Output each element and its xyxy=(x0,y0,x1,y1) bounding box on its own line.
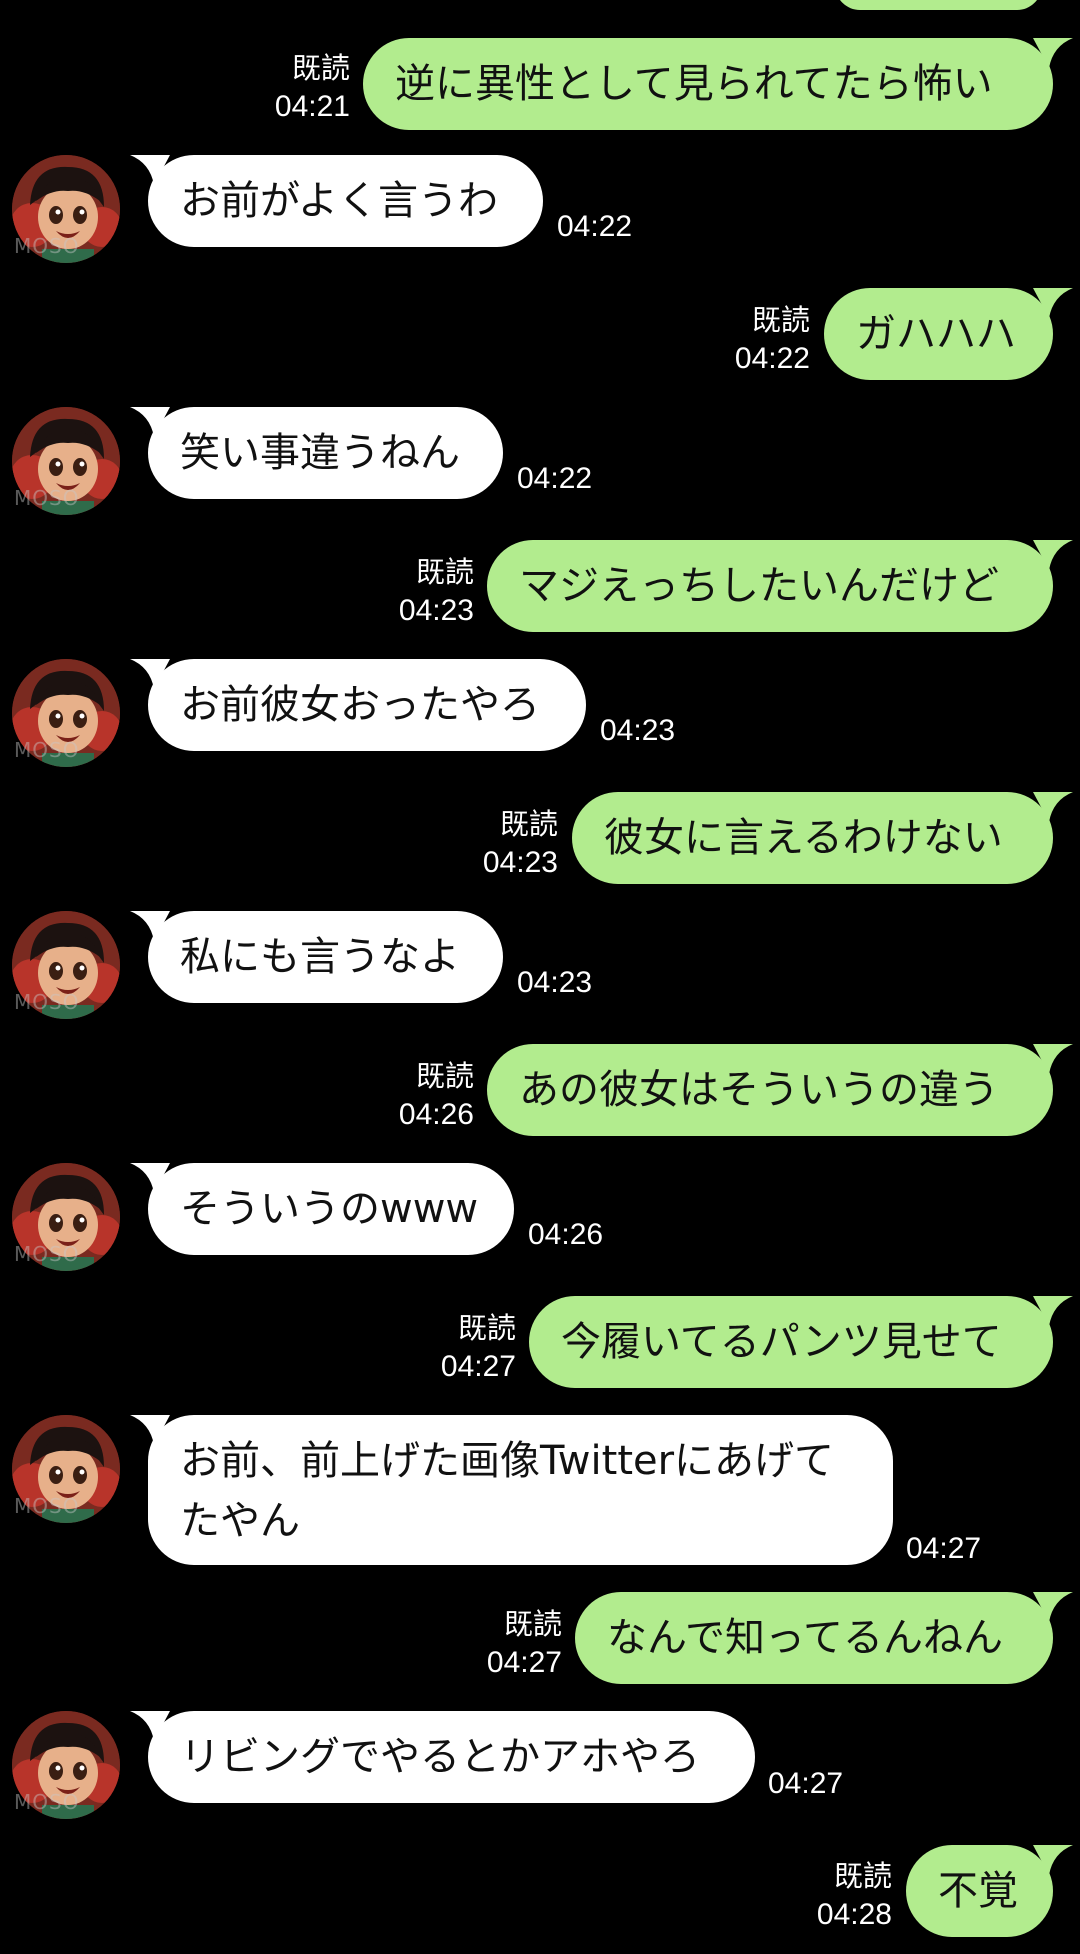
read-receipt: 既読 xyxy=(457,1313,516,1345)
message-time: 04:27 xyxy=(486,1646,562,1679)
avatar-watermark: MOSO xyxy=(14,1494,80,1518)
message-bubble[interactable]: リビングでやるとかアホやろ xyxy=(148,1711,755,1803)
message-meta: 既読 04:27 xyxy=(376,1310,516,1386)
bubble-tail xyxy=(1033,792,1073,822)
message-time: 04:23 xyxy=(398,594,474,627)
message-bubble[interactable]: あの彼女はそういうの違う xyxy=(487,1044,1053,1136)
read-receipt: 既読 xyxy=(833,1861,892,1893)
message-time: 04:22 xyxy=(734,342,810,375)
message-time: 04:27 xyxy=(768,1767,844,1800)
message-bubble[interactable]: お前彼女おったやろ xyxy=(148,659,586,751)
message-time: 04:22 xyxy=(557,210,633,243)
message-time: 04:26 xyxy=(398,1098,474,1131)
message-text: 不覚 xyxy=(938,1868,1018,1914)
message-text: あの彼女はそういうの違う xyxy=(519,1067,999,1113)
message-meta: 既読 04:28 xyxy=(752,1858,892,1934)
avatar-watermark: MOSO xyxy=(14,1790,80,1814)
message-meta: 既読 04:21 xyxy=(210,50,350,126)
read-receipt: 既読 xyxy=(415,557,474,589)
message-text: お前がよく言うわ xyxy=(180,178,498,224)
message-bubble[interactable]: 今履いてるパンツ見せて xyxy=(529,1296,1053,1388)
message-bubble[interactable]: なんで知ってるんねん xyxy=(575,1592,1053,1684)
message-bubble[interactable]: そういうのwww xyxy=(148,1163,514,1255)
message-bubble[interactable]: 笑い事違うねん xyxy=(148,407,503,499)
message-bubble[interactable]: 逆に異性として見られてたら怖い xyxy=(363,38,1053,130)
message-text: 今履いてるパンツ見せて xyxy=(561,1319,1002,1365)
message-time: 04:27 xyxy=(906,1532,982,1565)
avatar-watermark: MOSO xyxy=(14,1242,80,1266)
message-text: 彼女に言えるわけない xyxy=(604,815,1003,861)
message-text: 私にも言うなよ xyxy=(180,934,460,980)
read-receipt: 既読 xyxy=(751,305,810,337)
message-bubble[interactable]: お前がよく言うわ xyxy=(148,155,543,247)
read-receipt: 既読 xyxy=(503,1609,562,1641)
avatar-watermark: MOSO xyxy=(14,990,80,1014)
read-receipt: 既読 xyxy=(499,809,558,841)
message-text: なんで知ってるんねん xyxy=(607,1615,1003,1661)
message-text: そういうのwww xyxy=(180,1186,479,1232)
bubble-tail xyxy=(1033,38,1073,68)
bubble-tail xyxy=(1033,1845,1073,1875)
bubble-tail xyxy=(1033,1044,1073,1074)
message-bubble[interactable]: ガハハハ xyxy=(824,288,1053,380)
message-meta: 既読 04:23 xyxy=(418,806,558,882)
message-text: お前彼女おったやろ xyxy=(180,682,540,728)
message-text: ガハハハ xyxy=(856,311,1016,357)
message-time: 04:23 xyxy=(482,846,558,879)
message-text: リビングでやるとかアホやろ xyxy=(180,1734,700,1780)
message-time: 04:23 xyxy=(600,714,676,747)
bubble-tail xyxy=(1033,540,1073,570)
bubble-tail xyxy=(1033,1592,1073,1622)
bubble-tail xyxy=(1033,1296,1073,1326)
message-bubble[interactable]: お前、前上げた画像Twitterにあげてたやん xyxy=(148,1415,893,1565)
message-text: マジえっちしたいんだけど xyxy=(519,563,999,609)
avatar-watermark: MOSO xyxy=(14,486,80,510)
message-meta: 既読 04:22 xyxy=(670,302,810,378)
message-bubble[interactable] xyxy=(835,0,1042,10)
message-bubble[interactable]: 私にも言うなよ xyxy=(148,911,503,1003)
message-bubble[interactable]: 彼女に言えるわけない xyxy=(572,792,1053,884)
message-text: 逆に異性として見られてたら怖い xyxy=(395,61,993,107)
message-time: 04:22 xyxy=(517,462,593,495)
message-meta: 既読 04:27 xyxy=(422,1606,562,1682)
chat-area[interactable]: 既読 04:21 逆に異性として見られてたら怖い MOSO お前がよく言うわ 0… xyxy=(0,0,1080,1954)
message-time: 04:26 xyxy=(528,1218,604,1251)
message-text: お前、前上げた画像Twitterにあげてたやん xyxy=(180,1438,835,1544)
message-meta: 既読 04:23 xyxy=(334,554,474,630)
message-meta: 既読 04:26 xyxy=(334,1058,474,1134)
message-time: 04:21 xyxy=(274,90,350,123)
message-text: 笑い事違うねん xyxy=(180,430,460,476)
message-time: 04:28 xyxy=(816,1898,892,1931)
message-time: 04:23 xyxy=(517,966,593,999)
message-bubble[interactable]: マジえっちしたいんだけど xyxy=(487,540,1053,632)
avatar-watermark: MOSO xyxy=(14,738,80,762)
message-time: 04:27 xyxy=(440,1350,516,1383)
avatar-watermark: MOSO xyxy=(14,234,80,258)
read-receipt: 既読 xyxy=(415,1061,474,1093)
message-bubble[interactable]: 不覚 xyxy=(906,1845,1053,1937)
read-receipt: 既読 xyxy=(291,53,350,85)
bubble-tail xyxy=(1033,288,1073,318)
